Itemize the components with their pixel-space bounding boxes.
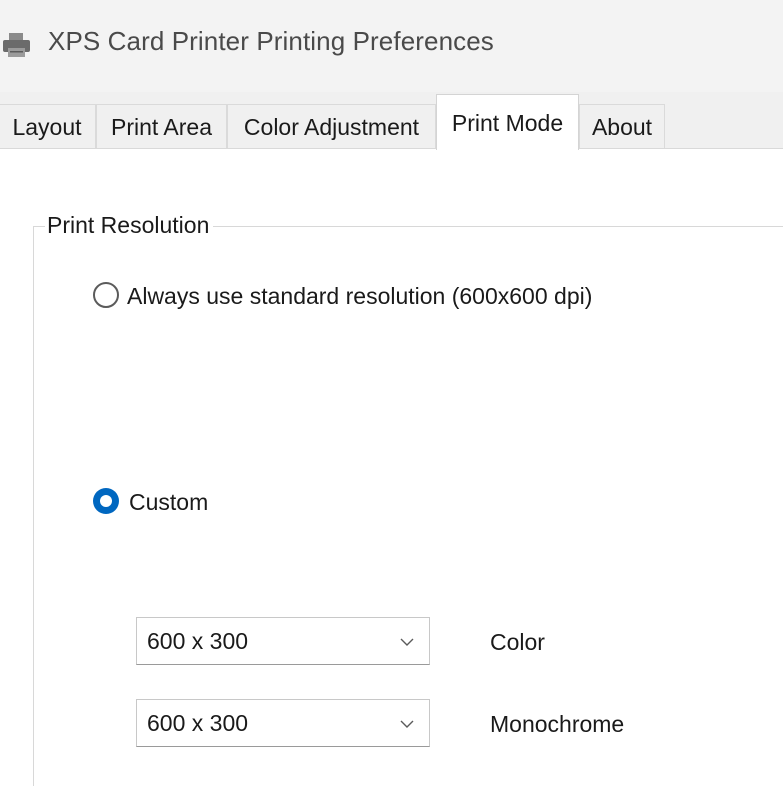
- printer-icon: [3, 33, 30, 57]
- window-title: XPS Card Printer Printing Preferences: [48, 26, 494, 56]
- chevron-down-icon: [400, 720, 414, 728]
- tab-about[interactable]: About: [579, 104, 665, 148]
- standard-resolution-label[interactable]: Always use standard resolution (600x600 …: [127, 283, 592, 310]
- color-resolution-value: 600 x 300: [147, 628, 249, 654]
- color-label: Color: [490, 629, 545, 655]
- monochrome-resolution-select[interactable]: 600 x 300: [136, 699, 430, 747]
- color-resolution-select[interactable]: 600 x 300: [136, 617, 430, 665]
- tab-print-area[interactable]: Print Area: [96, 104, 227, 148]
- chevron-down-icon: [400, 638, 414, 646]
- tab-color-adjustment[interactable]: Color Adjustment: [227, 104, 436, 148]
- custom-resolution-label[interactable]: Custom: [129, 489, 208, 516]
- tab-print-mode[interactable]: Print Mode: [436, 94, 579, 150]
- monochrome-label: Monochrome: [490, 711, 625, 737]
- tab-layout[interactable]: Layout: [0, 104, 96, 148]
- title-bar: XPS Card Printer Printing Preferences: [0, 0, 783, 92]
- monochrome-resolution-value: 600 x 300: [147, 710, 249, 736]
- group-title: Print Resolution: [45, 212, 214, 239]
- custom-resolution-radio[interactable]: [93, 488, 119, 514]
- standard-resolution-radio[interactable]: [93, 282, 119, 308]
